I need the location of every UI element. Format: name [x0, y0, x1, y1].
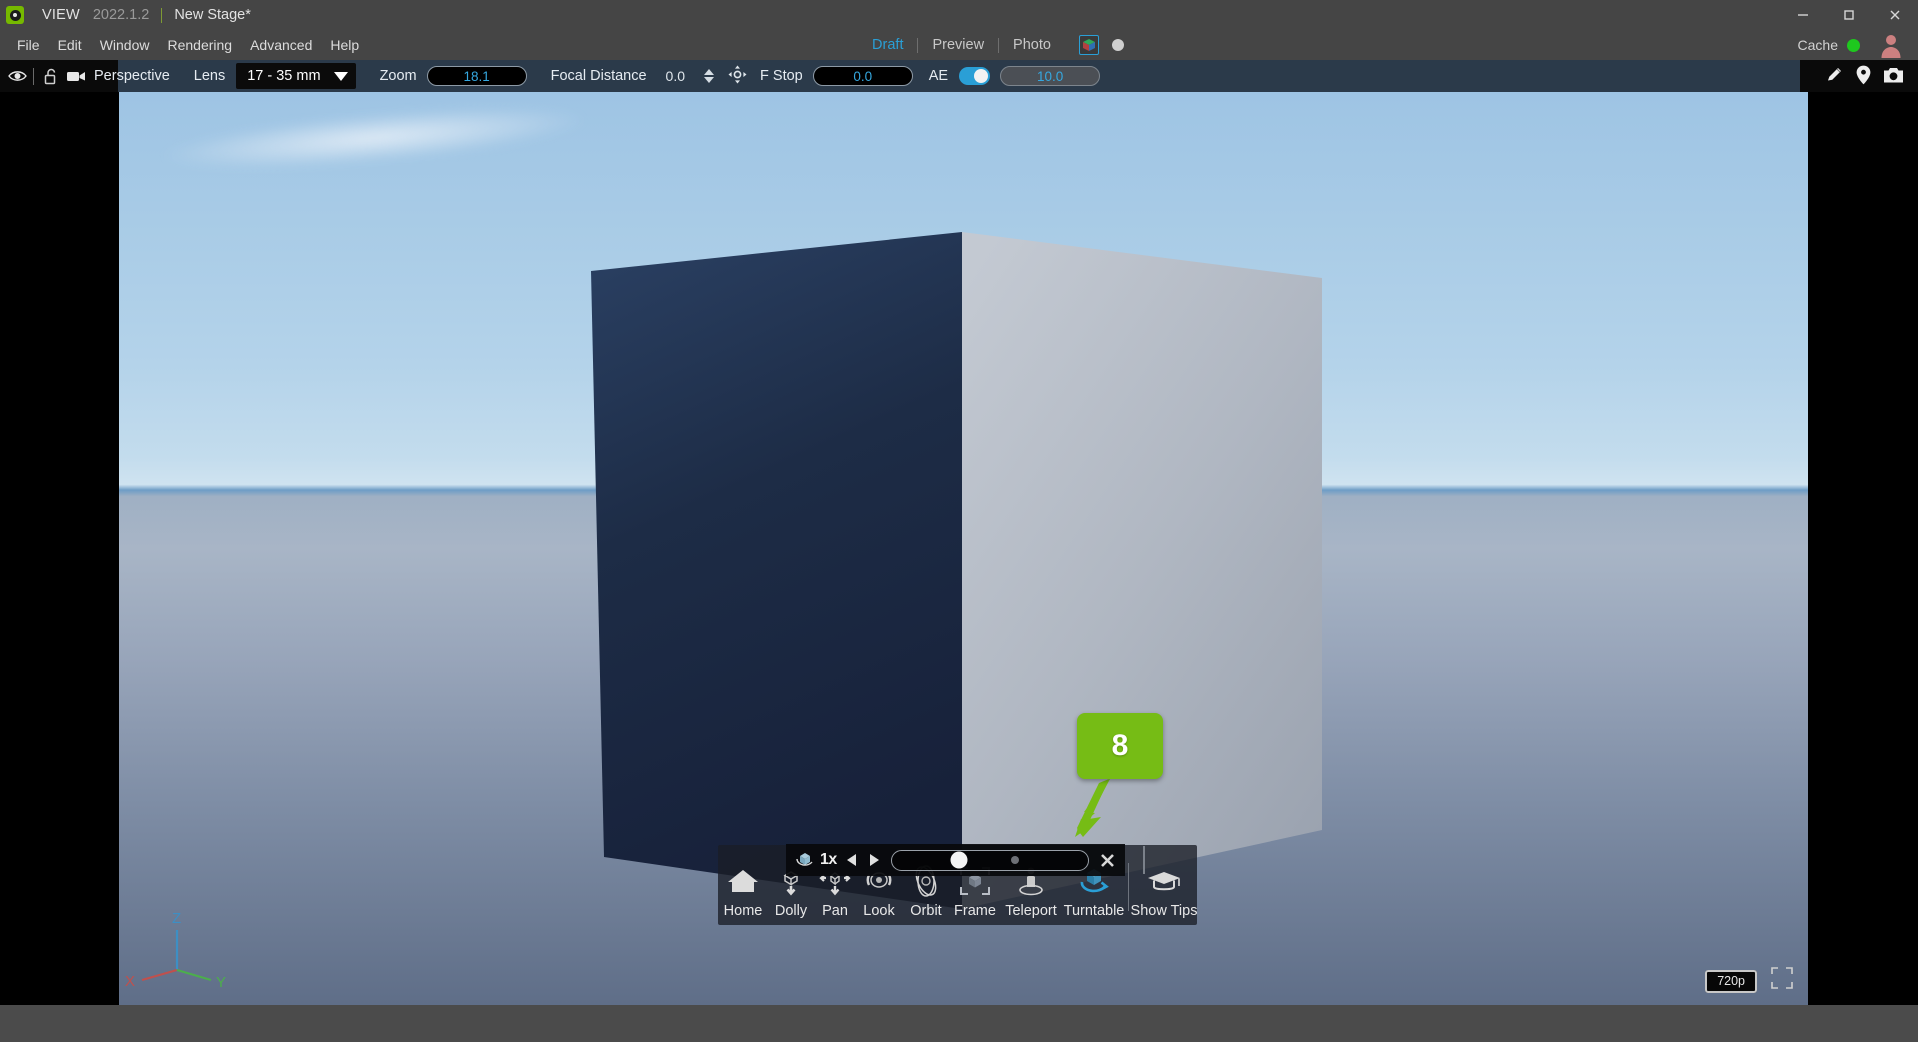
mode-tab-preview[interactable]: Preview	[918, 37, 998, 53]
viewport-footer-controls: 720p	[1705, 966, 1794, 995]
step-number: 8	[1111, 729, 1129, 762]
eye-visibility-icon[interactable]	[4, 60, 30, 92]
nav-divider	[1128, 863, 1129, 911]
menu-item-rendering[interactable]: Rendering	[158, 33, 241, 57]
menu-item-file[interactable]: File	[8, 33, 49, 57]
gizmo-y-label: Y	[216, 974, 226, 990]
location-pin-icon[interactable]	[1856, 65, 1871, 88]
focal-distance-label: Focal Distance	[550, 68, 647, 84]
nav-label-pan: Pan	[822, 903, 848, 919]
step-callout-box: 8	[1077, 713, 1163, 779]
ae-value: 10.0	[1036, 68, 1064, 84]
nav-label-look: Look	[863, 903, 895, 919]
status-bar	[0, 1005, 1918, 1042]
nav-label-show-tips: Show Tips	[1130, 903, 1198, 919]
home-icon	[726, 859, 760, 903]
lock-open-icon[interactable]	[37, 60, 63, 92]
speed-slider-tick	[1011, 856, 1020, 864]
title-divider	[161, 7, 163, 23]
up-down-spinner-icon[interactable]	[704, 69, 715, 83]
graduation-cap-icon	[1145, 859, 1183, 903]
app-name: VIEW	[42, 7, 80, 23]
fstop-label: F Stop	[760, 68, 803, 84]
render-cube-icon[interactable]	[1078, 35, 1099, 55]
menu-item-window[interactable]: Window	[91, 33, 159, 57]
prev-triangle-icon[interactable]	[841, 852, 863, 868]
focal-distance-value[interactable]: 0.0	[666, 68, 685, 84]
gizmo-z-label: Z	[172, 910, 181, 927]
lens-value: 17 - 35 mm	[247, 68, 321, 84]
axis-gizmo: Z X Y	[125, 910, 226, 990]
app-version: 2022.1.2	[92, 7, 150, 23]
chevron-down-icon	[333, 71, 348, 81]
maximize-icon[interactable]	[1826, 0, 1872, 30]
zoom-value: 18.1	[463, 68, 490, 84]
lens-label: Lens	[193, 68, 226, 84]
stage-name: New Stage*	[174, 7, 251, 23]
monitor-icon[interactable]: 720p	[1705, 969, 1757, 993]
menu-item-help[interactable]: Help	[321, 33, 368, 57]
lens-dropdown[interactable]: 17 - 35 mm	[236, 63, 356, 89]
mode-tab-draft[interactable]: Draft	[858, 37, 917, 53]
camera-name[interactable]: Perspective	[94, 68, 170, 84]
nav-label-frame: Frame	[954, 903, 996, 919]
nav-item-home[interactable]: Home	[718, 859, 768, 925]
cache-status[interactable]: Cache	[1798, 30, 1860, 60]
title-bar: VIEW 2022.1.2 New Stage*	[0, 0, 1918, 30]
navigation-toolbar: Home Dolly Pan Look Orbit Frame Teleport…	[718, 844, 1197, 925]
close-x-icon[interactable]	[1095, 852, 1119, 869]
resolution-label: 720p	[1705, 969, 1757, 993]
camera-icon[interactable]	[63, 60, 89, 92]
nav-label-orbit: Orbit	[910, 903, 942, 919]
zoom-label: Zoom	[379, 68, 417, 84]
turntable-cube-icon	[792, 850, 818, 870]
speed-slider[interactable]	[890, 849, 1089, 871]
ae-label: AE	[928, 68, 949, 84]
nav-label-turntable: Turntable	[1063, 903, 1125, 919]
menu-item-advanced[interactable]: Advanced	[241, 33, 321, 57]
step-callout: 8	[1077, 713, 1163, 789]
focus-target-icon[interactable]	[728, 65, 747, 87]
toolbar-divider	[33, 67, 34, 85]
next-triangle-icon[interactable]	[863, 852, 885, 868]
toolbar-right-tools	[1800, 60, 1918, 92]
camera-snapshot-icon[interactable]	[1883, 66, 1904, 87]
minimize-icon[interactable]	[1780, 0, 1826, 30]
render-sphere-icon[interactable]	[1111, 39, 1124, 51]
menu-item-edit[interactable]: Edit	[49, 33, 91, 57]
viewport-toolbar: Perspective Lens 17 - 35 mm Zoom 18.1 Fo…	[0, 60, 1918, 92]
close-icon[interactable]	[1872, 0, 1918, 30]
application-window: VIEW 2022.1.2 New Stage* File Edit Windo…	[0, 0, 1918, 1042]
cache-label: Cache	[1797, 37, 1838, 53]
viewport-3d[interactable]: Z X Y Home Dolly Pan Look Orbit Frame Te…	[119, 92, 1808, 1005]
fstop-slider[interactable]: 0.0	[812, 66, 913, 86]
turntable-speed-popup[interactable]: 1x	[786, 844, 1145, 876]
nav-label-home: Home	[723, 903, 763, 919]
omniverse-logo-icon	[6, 6, 24, 24]
ae-toggle[interactable]	[959, 67, 991, 85]
ae-value-slider[interactable]: 10.0	[1000, 66, 1101, 86]
nav-label-dolly: Dolly	[774, 903, 808, 919]
fstop-value: 0.0	[853, 68, 873, 84]
mode-tab-photo[interactable]: Photo	[999, 37, 1065, 53]
nav-item-show-tips[interactable]: Show Tips	[1131, 859, 1197, 925]
fullscreen-expand-icon[interactable]	[1770, 966, 1794, 995]
cache-status-badge	[1847, 38, 1860, 52]
pencil-icon[interactable]	[1825, 65, 1844, 87]
popup-edge	[1143, 846, 1145, 874]
nav-label-teleport: Teleport	[1005, 903, 1057, 919]
speed-rate-label: 1x	[820, 851, 837, 868]
zoom-slider[interactable]: 18.1	[426, 66, 527, 86]
window-controls	[1780, 0, 1918, 30]
speed-slider-handle[interactable]	[950, 851, 967, 869]
gizmo-x-label: X	[125, 973, 135, 990]
user-avatar-icon[interactable]	[1878, 32, 1904, 58]
